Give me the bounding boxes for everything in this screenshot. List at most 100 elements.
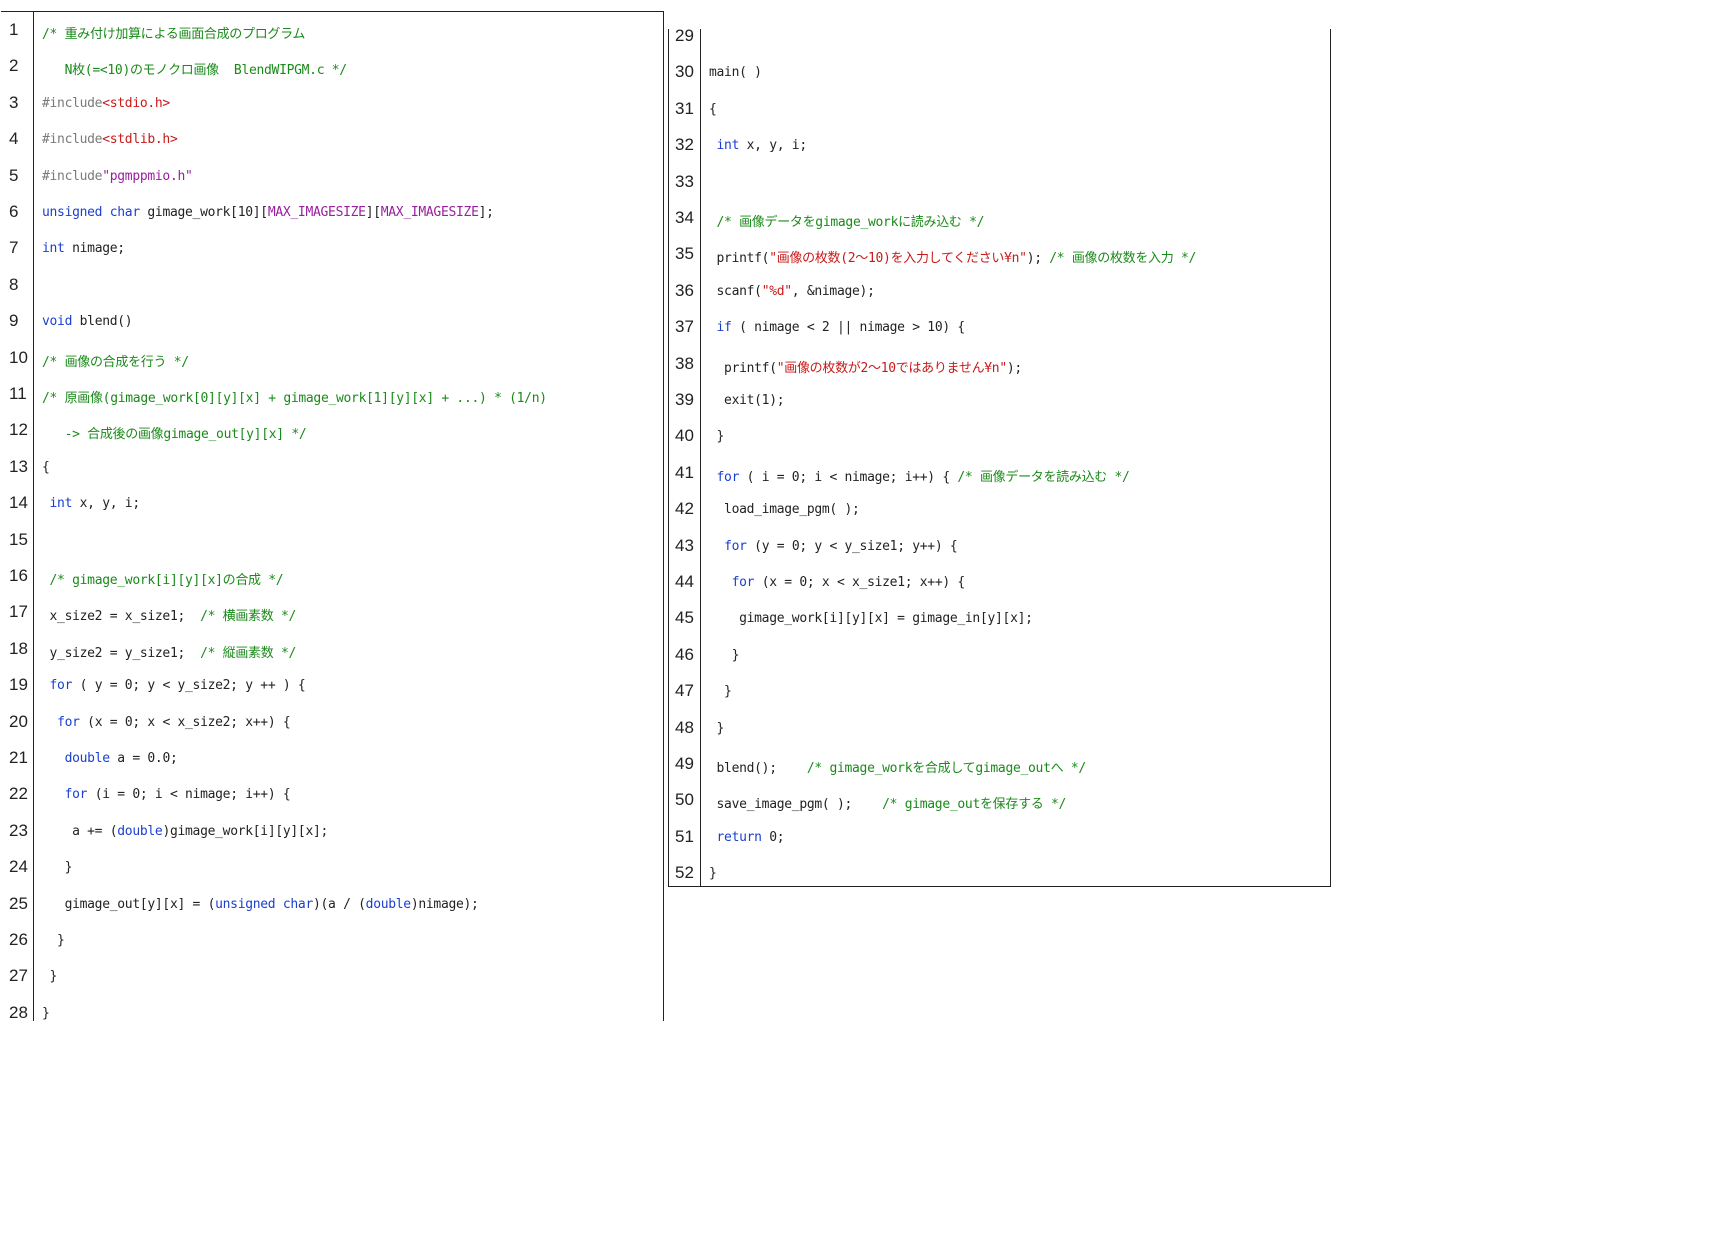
code-token: unsigned char [215,896,313,912]
code-token: for [731,575,755,590]
code-line: 1 /* 重み付け加算による画面合成のプログラム [1,12,663,48]
code-token: int [49,496,73,512]
line-number: 19 [9,675,28,695]
code-line: 11 /* 原画像(gimage_work[0][y][x] + gimage_w… [1,376,663,412]
line-number: 28 [9,1002,28,1022]
line-number: 11 [9,384,27,403]
code-line: 43 for (y = 0; y < y_size1; y++) { [669,528,1330,564]
code-line: 16 /* gimage_work[i][y][x]の合成 */ [1,558,663,594]
line-number: 14 [9,493,28,513]
code-token: } [709,866,717,882]
line-number: 6 [9,202,19,221]
line-number: 4 [9,129,19,149]
code-line: 35 printf("画像の枚数(2～10)を入力してください¥n"); /* … [669,236,1330,272]
line-number: 32 [675,135,694,155]
code-token: MAX_IMAGESIZE [267,205,366,220]
code-text: } [709,866,717,881]
code-text: } [709,721,725,736]
code-text: /* 重み付け加算による画面合成のプログラム [42,23,305,42]
code-token: for [716,469,740,485]
code-text: /* 画像の合成を行う */ [42,351,189,370]
line-number: 30 [675,62,694,82]
code-line: 45 gimage_work[i][y][x] = gimage_in[y][x… [669,600,1330,636]
code-token: /* 縦画素数 */ [200,645,297,661]
code-token: int [42,241,65,257]
line-number: 40 [675,426,694,446]
code-line: 12 -> 合成後の画像gimage_out[y][x] */ [1,412,663,448]
code-token: /* 画像データを読み込む */ [957,469,1130,485]
line-number: 10 [9,347,28,367]
line-number: 49 [675,754,694,773]
code-text: if ( nimage < 2 || nimage > 10) { [709,320,966,336]
line-number: 15 [9,529,28,549]
code-text: { [709,102,717,117]
code-token: blend(); [709,761,807,776]
line-number: 7 [9,238,19,258]
code-token: int [716,138,740,154]
line-number: 31 [675,98,694,118]
code-text: gimage_out[y][x] = (unsigned char)(a / (… [42,897,479,912]
code-line: 7 int nimage; [1,230,663,266]
line-number: 18 [9,638,28,658]
code-line: 9 void blend() [1,303,663,339]
code-token: ( nimage < 2 || nimage > 10) { [731,320,965,336]
line-number: 44 [675,572,694,591]
code-text: a += (double)gimage_work[i][y][x]; [42,824,328,839]
code-token: } [709,684,732,700]
line-number: 27 [9,966,28,986]
code-token: ( y = 0; y < y_size2; y ++ ) { [72,678,306,694]
code-line: 13 { [1,449,663,485]
code-line: 6 unsigned char gimage_work[10][MAX_IMAGE… [1,194,663,230]
code-token: (y = 0; y < y_size1; y++) { [746,538,958,554]
code-line: 27 } [1,958,663,994]
line-number: 13 [9,456,28,476]
code-token: save_image_pgm( ); [709,797,883,813]
code-token: "%d" [761,283,792,299]
code-line: 44 for (x = 0; x < x_size1; x++) { [669,564,1330,600]
line-number: 8 [9,274,19,294]
code-text: N枚(=<10)のモノクロ画像 BlendWIPGM.c */ [42,59,348,78]
code-token: )nimage); [410,896,479,912]
code-token: printf( [709,251,770,267]
code-line: 23 a += (double)gimage_work[i][y][x]; [1,813,663,849]
code-line: 5 #include"pgmppmio.h" [1,158,663,194]
code-line: 29 [669,18,1330,54]
code-token: "画像の枚数が2～10ではありません¥n" [776,360,1007,376]
line-number: 45 [675,608,694,628]
code-token: x_size2 = x_size1; [42,609,201,625]
code-line: 19 for ( y = 0; y < y_size2; y ++ ) { [1,667,663,703]
code-token: gimage_work[10][ [139,205,268,220]
code-text: for (y = 0; y < y_size1; y++) { [709,538,958,554]
line-number: 52 [675,863,694,883]
line-number: 1 [9,20,19,39]
code-token: ]; [478,205,494,220]
line-number: 38 [675,353,694,373]
code-token: exit(1); [709,393,785,408]
code-token: /* 重み付け加算による画面合成のプログラム [42,27,306,42]
code-text: for ( y = 0; y < y_size2; y ++ ) { [42,678,306,694]
code-token: <stdlib.h> [102,132,178,148]
code-text: } [709,429,725,444]
code-token: } [42,933,65,948]
line-number: 46 [675,644,694,664]
code-token: gimage_work[i][y][x] = gimage_in[y][x]; [709,611,1033,627]
code-line: 21 double a = 0.0; [1,740,663,776]
code-text: for ( i = 0; i < nimage; i++) { /* 画像データ… [709,466,1130,485]
code-text: load_image_pgm( ); [709,502,860,517]
code-line: 17 x_size2 = x_size1; /* 横画素数 */ [1,594,663,630]
code-token: #include [42,95,103,111]
code-line: 37 if ( nimage < 2 || nimage > 10) { [669,309,1330,345]
code-token: a = 0.0; [109,751,178,766]
code-text: for (x = 0; x < x_size2; x++) { [42,715,291,730]
code-line: 38 printf("画像の枚数が2～10ではありません¥n"); [669,346,1330,382]
code-token: )gimage_work[i][y][x]; [162,823,329,839]
code-text: } [709,684,732,699]
code-token: /* gimage_outを保存する */ [882,797,1067,813]
code-token: "pgmppmio.h" [102,168,193,184]
